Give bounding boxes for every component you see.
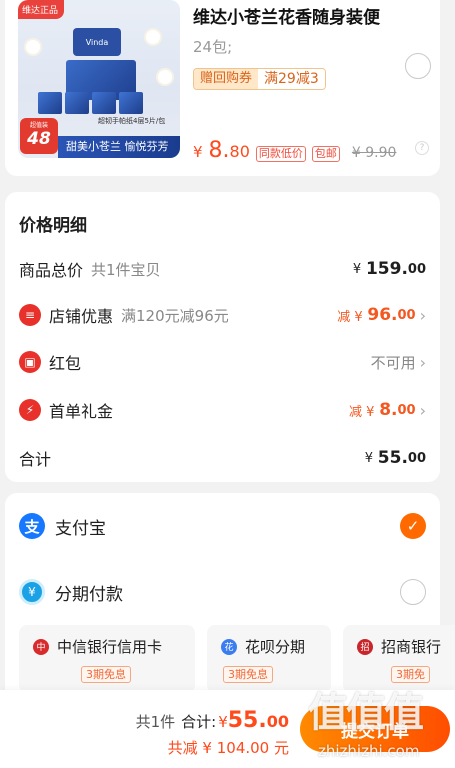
- checkout-total-label: 合计:: [181, 713, 217, 731]
- subtotal-label: 商品总价: [19, 261, 84, 280]
- image-count-number: 48: [27, 129, 51, 149]
- total-saved: 共减 ¥ 104.00 元: [167, 739, 289, 757]
- total-value: ¥ 55. 00: [364, 448, 426, 468]
- red-packet-icon: ▣: [19, 351, 41, 373]
- product-select-radio[interactable]: [405, 53, 431, 79]
- coupon-value: 满29减3: [258, 69, 325, 89]
- help-icon[interactable]: ?: [415, 141, 429, 155]
- checkout-total-dec: 00: [266, 712, 289, 731]
- image-authentic-badge: 维达正品: [18, 0, 65, 19]
- checkout-total: 共1件 合计: ¥ 55. 00: [136, 708, 289, 733]
- price-currency: ¥: [193, 143, 203, 161]
- price-detail-card: 价格明细 商品总价 共1件宝贝 ¥ 159. 00 ≡ 店铺优惠 满120元减96…: [5, 192, 440, 482]
- red-packet-status: 不可用 ›: [370, 352, 426, 372]
- checkout-bar: 共1件 合计: ¥ 55. 00 共减 ¥ 104.00 元 提交订单: [0, 690, 455, 768]
- flower-graphic: [146, 30, 160, 44]
- product-image[interactable]: 维达正品 Vinda 超韧手帕纸4层5片/包 超值装 48 甜美小苍兰 愉悦芬芳: [18, 0, 180, 158]
- tissue-packs-graphic: [38, 92, 143, 114]
- chevron-right-icon: ›: [419, 305, 426, 325]
- shop-discount-row[interactable]: ≡ 店铺优惠 满120元减96元 减 ¥ 96. 00 ›: [19, 300, 426, 330]
- installment-option[interactable]: ¥ 分期付款: [19, 576, 426, 608]
- red-packet-row[interactable]: ▣ 红包 不可用 ›: [19, 347, 426, 377]
- plan-citic-card[interactable]: 中中信银行信用卡 3期免息: [19, 625, 195, 693]
- product-price: 8.80: [208, 138, 250, 163]
- alipay-option[interactable]: 支 支付宝 ✓: [19, 510, 426, 542]
- installment-plans: 中中信银行信用卡 3期免息 花花呗分期 3期免息 招招商银行 3期免: [19, 625, 455, 693]
- coupon-label: 赠回购券: [194, 69, 259, 89]
- first-order-gift-row[interactable]: ⚡ 首单礼金 减 ¥ 8. 00 ›: [19, 395, 426, 425]
- total-label: 合计: [19, 450, 52, 469]
- original-price: ¥ 9.90: [351, 145, 397, 161]
- checkout-item-count: 共1件: [135, 713, 176, 731]
- plan-huabei[interactable]: 花花呗分期 3期免息: [207, 625, 331, 693]
- interest-free-badge: 3期免: [391, 666, 430, 683]
- image-count-label: 超值装: [29, 122, 48, 129]
- submit-order-button[interactable]: 提交订单: [300, 706, 450, 752]
- checkout-currency: ¥: [218, 713, 228, 731]
- product-card: 维达正品 Vinda 超韧手帕纸4层5片/包 超值装 48 甜美小苍兰 愉悦芬芳…: [5, 0, 440, 176]
- installment-icon: ¥: [19, 579, 45, 605]
- citic-bank-icon: 中: [33, 638, 49, 655]
- interest-free-badge: 3期免息: [81, 666, 131, 683]
- cmb-bank-icon: 招: [357, 638, 373, 655]
- image-slogan: 甜美小苍兰 愉悦芬芳: [58, 136, 180, 158]
- shop-discount-rule: 满120元减96元: [121, 306, 229, 325]
- shop-discount-label: 店铺优惠: [49, 307, 114, 326]
- huabei-icon: 花: [221, 638, 237, 655]
- lowest-price-tag: 同款低价: [255, 146, 306, 162]
- plan-name: 中中信银行信用卡: [33, 636, 162, 657]
- image-count-badge: 超值装 48: [20, 118, 58, 154]
- shop-discount-icon: ≡: [19, 304, 41, 326]
- checkmark-icon[interactable]: ✓: [400, 513, 426, 539]
- price-detail-title: 价格明细: [19, 216, 87, 236]
- first-order-gift-label: 首单礼金: [49, 402, 114, 421]
- plan-cmb[interactable]: 招招商银行 3期免: [343, 625, 455, 693]
- free-shipping-tag: 包邮: [311, 146, 340, 162]
- interest-free-badge: 3期免息: [223, 666, 273, 683]
- checkout-total-int: 55.: [227, 708, 267, 733]
- plan-name: 招招商银行: [357, 636, 441, 657]
- first-order-gift-value: 减 ¥ 8. 00 ›: [349, 400, 426, 420]
- chevron-right-icon: ›: [419, 400, 426, 420]
- image-promo-text: 超韧手帕纸4层5片/包: [98, 117, 166, 125]
- chevron-right-icon: ›: [419, 352, 426, 372]
- product-title[interactable]: 维达小苍兰花香随身装便: [193, 3, 380, 28]
- installment-label: 分期付款: [55, 584, 123, 605]
- plan-name: 花花呗分期: [221, 636, 305, 657]
- brand-logo: Vinda: [73, 28, 121, 56]
- product-price-row: ¥ 8.80 同款低价 包邮 ¥ 9.90: [193, 138, 396, 163]
- red-packet-label: 红包: [49, 354, 82, 373]
- flower-graphic: [26, 40, 40, 54]
- alipay-label: 支付宝: [55, 518, 106, 539]
- subtotal-value: ¥ 159. 00: [352, 259, 426, 279]
- total-row: 合计 ¥ 55. 00: [19, 443, 426, 473]
- flower-graphic: [158, 70, 172, 84]
- shop-discount-value: 减 ¥ 96. 00 ›: [337, 305, 426, 325]
- alipay-icon: 支: [19, 513, 45, 539]
- product-spec[interactable]: 24包;: [193, 36, 232, 57]
- installment-radio[interactable]: [400, 579, 426, 605]
- item-count: 共1件宝贝: [91, 260, 161, 279]
- lightning-icon: ⚡: [19, 399, 41, 421]
- return-coupon-badge: 赠回购券 满29减3: [193, 68, 326, 90]
- subtotal-row: 商品总价 共1件宝贝 ¥ 159. 00: [19, 254, 426, 284]
